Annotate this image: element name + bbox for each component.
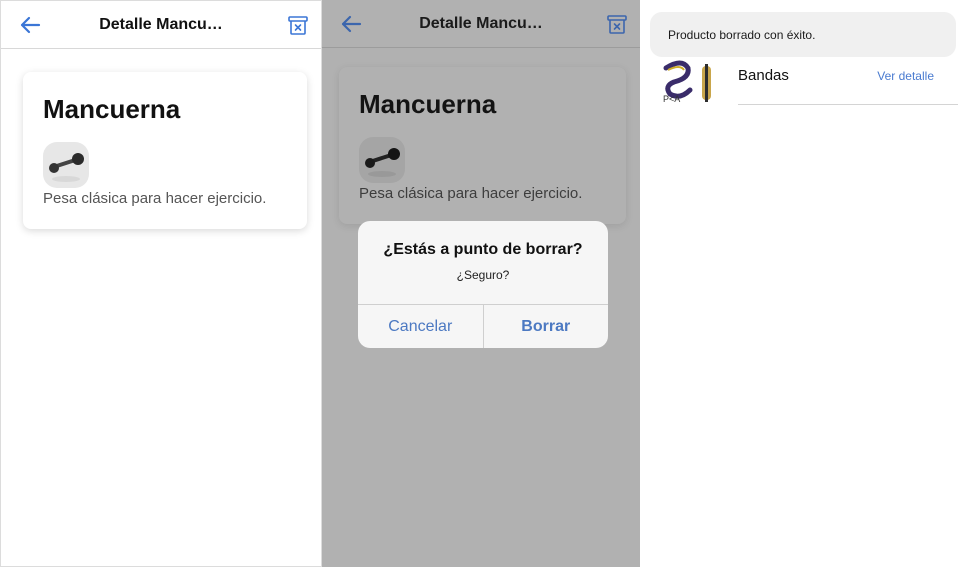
top-bar: Detalle Mancu… [322, 0, 640, 48]
dialog-actions: Cancelar Borrar [358, 304, 608, 348]
screen-product-list: P<A Bandas Ver detalle Producto borrado … [642, 0, 972, 583]
product-description: Pesa clásica para hacer ejercicio. [43, 190, 267, 207]
arrow-left-icon[interactable] [340, 14, 362, 34]
screen-product-detail: Detalle Mancu… Mancuerna Pesa clásica pa… [0, 0, 322, 567]
view-detail-link[interactable]: Ver detalle [877, 69, 934, 83]
screen-delete-confirmation: Detalle Mancu… Mancuerna Pesa clásica pa… [322, 0, 640, 567]
list-item[interactable]: P<A Bandas Ver detalle [642, 56, 972, 106]
product-description: Pesa clásica para hacer ejercicio. [359, 185, 583, 202]
divider [738, 104, 958, 105]
product-name: Bandas [738, 67, 789, 84]
svg-text:P<A: P<A [663, 94, 680, 104]
product-name: Mancuerna [43, 94, 181, 124]
dialog-title: ¿Estás a punto de borrar? [383, 241, 583, 258]
cancel-button[interactable]: Cancelar [358, 305, 484, 348]
trash-icon[interactable] [606, 13, 628, 35]
toast-message: Producto borrado con éxito. [668, 27, 816, 42]
trash-icon[interactable] [287, 14, 309, 36]
dumbbell-icon [43, 142, 89, 188]
dialog-message: ¿Seguro? [456, 268, 510, 282]
confirm-delete-button[interactable]: Borrar [484, 305, 609, 348]
product-name: Mancuerna [359, 89, 497, 119]
product-card: Mancuerna Pesa clásica para hacer ejerci… [23, 72, 307, 229]
arrow-left-icon[interactable] [19, 15, 41, 35]
top-bar: Detalle Mancu… [1, 1, 321, 49]
product-thumbnail: P<A [663, 60, 711, 104]
confirm-delete-dialog: ¿Estás a punto de borrar? ¿Seguro? Cance… [358, 221, 608, 348]
product-card: Mancuerna Pesa clásica para hacer ejerci… [339, 67, 626, 224]
page-title: Detalle Mancu… [99, 15, 223, 33]
page-title: Detalle Mancu… [419, 14, 543, 32]
dumbbell-icon [359, 137, 405, 183]
success-toast: Producto borrado con éxito. [650, 12, 956, 57]
